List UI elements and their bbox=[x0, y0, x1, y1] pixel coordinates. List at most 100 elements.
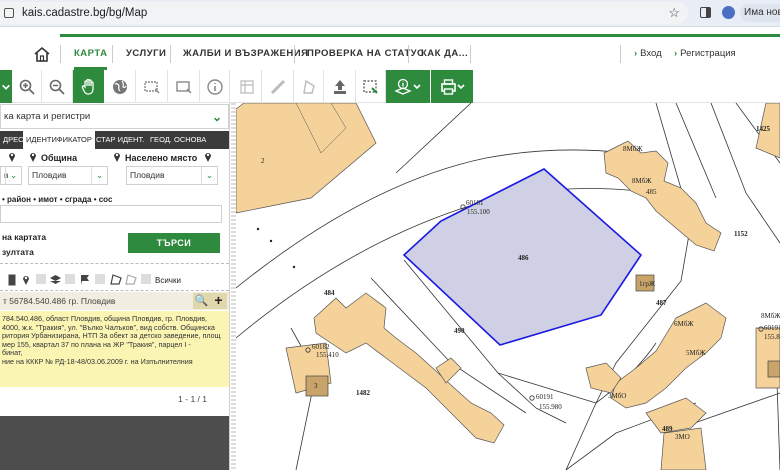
chevron-down-icon: ⌄ bbox=[5, 167, 21, 184]
building-label[interactable]: 8МбЖ bbox=[761, 312, 780, 320]
nav-separator bbox=[470, 45, 471, 63]
building-label[interactable]: 8МбЖ bbox=[623, 145, 643, 153]
select-area-button[interactable] bbox=[136, 70, 168, 103]
show-results-label[interactable]: зултата bbox=[2, 247, 34, 257]
parcel-label-487[interactable]: 487 bbox=[656, 299, 667, 307]
update-chip[interactable]: Има нова bbox=[740, 4, 780, 22]
parcel-label-1425[interactable]: 1425 bbox=[756, 125, 770, 133]
building-small bbox=[767, 360, 780, 378]
parcel-label-486[interactable]: 486 bbox=[518, 254, 529, 262]
home-icon[interactable] bbox=[34, 46, 50, 62]
result-line: 4000, ж.к. "Тракия", ул. "Вълко Чалъков"… bbox=[2, 323, 215, 332]
nav-complaints[interactable]: ЖАЛБИ И ВЪЗРАЖЕНИЯ bbox=[183, 37, 308, 70]
parcel-label-2[interactable]: 2 bbox=[261, 157, 265, 165]
measure-grid-button[interactable] bbox=[232, 70, 262, 103]
bookmark-star-icon[interactable]: ☆ bbox=[668, 5, 680, 21]
measure-area-button[interactable] bbox=[294, 70, 324, 103]
globe-button[interactable] bbox=[104, 70, 136, 103]
parcel-label-1152[interactable]: 1152 bbox=[734, 230, 748, 238]
zoom-out-button[interactable] bbox=[42, 70, 73, 103]
nav-status-check[interactable]: ПРОВЕРКА НА СТАТУС bbox=[307, 37, 424, 70]
clear-selection-button[interactable] bbox=[356, 70, 386, 103]
settlement-select[interactable]: Пловдив ⌄ bbox=[126, 166, 218, 185]
upload-button[interactable] bbox=[324, 70, 356, 103]
identifier-input[interactable] bbox=[0, 205, 222, 223]
zoom-out-icon bbox=[49, 79, 65, 95]
page-root: { "browser": { "url": "kais.cadastre.bg/… bbox=[0, 0, 780, 470]
checkbox-icon[interactable] bbox=[141, 274, 151, 284]
checkbox-icon[interactable] bbox=[95, 274, 105, 284]
layers-toggle-button[interactable] bbox=[0, 70, 12, 103]
parcel-label-484[interactable]: 484 bbox=[324, 289, 335, 297]
grid-ruler-icon bbox=[239, 79, 254, 94]
parcel-icon[interactable] bbox=[110, 274, 122, 285]
info-button[interactable] bbox=[200, 70, 230, 103]
login-link[interactable]: › Вход bbox=[634, 37, 662, 70]
location-pin-icon bbox=[9, 153, 15, 162]
map-canvas[interactable]: 486 484 490 1482 487 1152 1425 2 3 485 4… bbox=[236, 103, 780, 470]
filter-all-label[interactable]: Всички bbox=[155, 276, 181, 285]
zoom-to-result-icon[interactable]: 🔍 bbox=[193, 293, 210, 309]
map-toolbar bbox=[0, 70, 780, 103]
result-title[interactable]: т 56784.540.486 гр. Пловдив bbox=[3, 296, 115, 306]
marker-dot bbox=[256, 227, 260, 231]
layers-info-icon bbox=[394, 78, 421, 95]
print-button[interactable] bbox=[431, 70, 473, 103]
nav-separator bbox=[60, 45, 61, 63]
building-label[interactable]: 3МбО bbox=[608, 392, 626, 400]
survey-point-id: 60181 bbox=[466, 199, 484, 207]
site-info-icon[interactable] bbox=[4, 8, 14, 18]
parcel-label-485[interactable]: 485 bbox=[646, 188, 657, 196]
parcel-label-490[interactable]: 490 bbox=[454, 327, 465, 335]
select-polygon-button[interactable] bbox=[168, 70, 200, 103]
nav-services[interactable]: УСЛУГИ bbox=[126, 37, 166, 70]
chevron-down-icon: ⌄ bbox=[211, 110, 222, 124]
building-block bbox=[645, 397, 707, 434]
nav-map[interactable]: КАРТА bbox=[74, 37, 108, 70]
area-outline-icon[interactable] bbox=[125, 274, 137, 285]
identifier-format-hint: • район • имот • сграда • сос bbox=[2, 195, 113, 204]
building-label[interactable]: 6МбЖ bbox=[674, 320, 694, 328]
nav-howto[interactable]: КАК ДА... bbox=[421, 37, 468, 70]
layers-icon[interactable] bbox=[50, 274, 61, 285]
zoom-in-button[interactable] bbox=[12, 70, 42, 103]
tab-identifier[interactable]: ИДЕНТИФИКАТОР bbox=[23, 131, 95, 149]
map-register-dropdown[interactable]: ка карта и регистри ⌄ bbox=[0, 104, 229, 129]
municipality-select[interactable]: Пловдив ⌄ bbox=[28, 166, 108, 185]
document-icon[interactable] bbox=[8, 274, 16, 286]
url-text[interactable]: kais.cadastre.bg/bg/Map bbox=[22, 7, 147, 19]
show-on-map-label[interactable]: на картата bbox=[2, 232, 46, 242]
tab-old-identifier[interactable]: СТАР ИДЕНТ. bbox=[93, 131, 147, 149]
parcel-label-3[interactable]: 3 bbox=[314, 382, 318, 390]
result-pager: 1 - 1 / 1 bbox=[178, 394, 207, 404]
area-icon bbox=[302, 79, 315, 94]
result-header[interactable]: т 56784.540.486 гр. Пловдив 🔍 + bbox=[0, 292, 229, 310]
tab-geodetic-base[interactable]: ГЕОД. ОСНОВА bbox=[147, 131, 209, 149]
region-select[interactable]: в ⌄ bbox=[0, 166, 22, 185]
building-label[interactable]: 8МбЖ bbox=[632, 177, 652, 185]
select-rectangle-icon bbox=[143, 80, 159, 93]
location-pin-icon[interactable] bbox=[22, 274, 30, 285]
parcel-label-489[interactable]: 489 bbox=[662, 425, 673, 433]
flag-icon[interactable] bbox=[80, 274, 91, 285]
panel-footer bbox=[0, 416, 229, 470]
checkbox-icon[interactable] bbox=[65, 274, 75, 284]
checkbox-icon[interactable] bbox=[36, 274, 46, 284]
building-label[interactable]: 3МО bbox=[675, 433, 690, 441]
side-panel-icon[interactable] bbox=[700, 7, 711, 18]
map-layers-button[interactable] bbox=[386, 70, 430, 103]
survey-point-id: 60191 bbox=[764, 324, 780, 332]
add-result-icon[interactable]: + bbox=[210, 293, 227, 309]
measure-distance-button[interactable] bbox=[262, 70, 294, 103]
building-label[interactable]: 1грЖ bbox=[639, 280, 655, 288]
register-link[interactable]: › Регистрация bbox=[674, 37, 736, 70]
search-button[interactable]: ТЪРСИ bbox=[128, 233, 220, 253]
parcel-boundary bbox=[675, 103, 717, 199]
printer-icon bbox=[441, 78, 465, 95]
marker-dot bbox=[292, 265, 296, 269]
building-label[interactable]: 5МбЖ bbox=[686, 349, 706, 357]
parcel-label-1482[interactable]: 1482 bbox=[356, 389, 370, 397]
address-bar[interactable]: kais.cadastre.bg/bg/Map ☆ bbox=[0, 2, 688, 24]
profile-avatar-icon[interactable] bbox=[722, 6, 735, 19]
pan-hand-button[interactable] bbox=[73, 70, 104, 103]
